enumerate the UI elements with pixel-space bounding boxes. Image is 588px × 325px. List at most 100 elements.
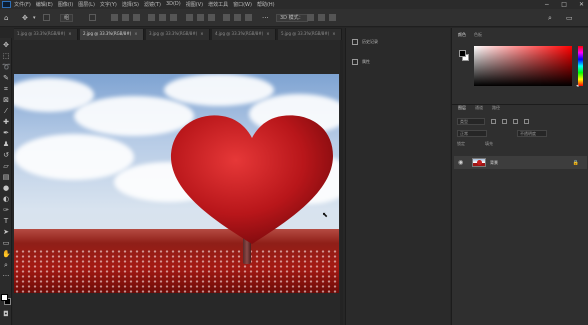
history-panel-button[interactable]: 历史记录 [352, 39, 378, 45]
tab-channels[interactable]: 通道 [475, 105, 483, 112]
dodge-tool-icon[interactable]: ◐ [2, 195, 10, 203]
move-icon[interactable]: ✥ [22, 14, 28, 22]
close-tab-icon[interactable]: × [68, 31, 71, 36]
workspace-icon[interactable]: ▭ [566, 14, 573, 22]
document-tab[interactable]: 4.jpg @ 33.3%(RGB/8#) × [212, 29, 276, 40]
auto-select-checkbox[interactable] [43, 14, 50, 21]
3d-roll-icon[interactable] [318, 14, 325, 21]
close-tab-icon[interactable]: × [200, 31, 203, 36]
properties-panel-button[interactable]: 属性 [352, 59, 370, 65]
menu-plugins[interactable]: 增效工具 [208, 1, 228, 8]
close-tab-icon[interactable]: × [332, 31, 335, 36]
tab-paths[interactable]: 路径 [492, 105, 500, 112]
minimize-button[interactable]: − [544, 1, 549, 8]
vertical-scrollbar[interactable] [340, 40, 343, 325]
brush-tool-icon[interactable]: ✒ [2, 129, 10, 137]
fill-label[interactable]: 填充 [485, 141, 493, 147]
align-right-icon[interactable] [133, 14, 140, 21]
close-tab-icon[interactable]: × [134, 31, 137, 36]
filter-shape-icon[interactable] [524, 119, 529, 124]
auto-select-dropdown[interactable]: 组 [60, 14, 74, 22]
tab-color[interactable]: 颜色 [458, 32, 466, 40]
layer-row-background[interactable]: ◉ 背景 🔒 [454, 156, 587, 169]
align-center-icon[interactable] [122, 14, 129, 21]
menu-filter[interactable]: 滤镜(T) [144, 1, 161, 8]
healing-tool-icon[interactable]: ✚ [2, 118, 10, 126]
eye-icon[interactable]: ◉ [458, 159, 466, 166]
distribute-left-icon[interactable] [186, 14, 193, 21]
menu-layer[interactable]: 图层(L) [78, 1, 95, 8]
menu-window[interactable]: 窗口(W) [233, 1, 252, 8]
layer-kind-filter[interactable]: 类型 [457, 118, 485, 125]
distribute-bottom-icon[interactable] [245, 14, 252, 21]
tab-swatches[interactable]: 色板 [474, 32, 482, 40]
align-bottom-icon[interactable] [170, 14, 177, 21]
menu-select[interactable]: 选择(S) [122, 1, 139, 8]
zoom-tool-icon[interactable]: ⌕ [2, 261, 10, 269]
foreground-color-swatch[interactable] [1, 294, 8, 301]
document-canvas[interactable]: ⬉ [14, 74, 339, 293]
hue-marker-icon[interactable]: ◂ [576, 83, 579, 89]
document-tab[interactable]: 3.jpg @ 33.3%(RGB/8#) × [146, 29, 210, 40]
layer-name[interactable]: 背景 [490, 160, 498, 166]
document-tab[interactable]: 5.jpg @ 33.3%(RGB/8#) × [278, 29, 342, 40]
more-options-icon[interactable]: ··· [262, 14, 269, 22]
pen-tool-icon[interactable]: ✑ [2, 206, 10, 214]
right-panel-dock: 颜色 色板 ◂ 图层 通道 路径 类型 正常 不透明度 锁定 填充 ◉ 背景 🔒 [451, 28, 588, 325]
menu-help[interactable]: 帮助(H) [257, 1, 275, 8]
eyedropper-tool-icon[interactable]: ⁄ [2, 107, 10, 115]
search-icon[interactable]: ⌕ [548, 14, 552, 22]
distribute-right-icon[interactable] [208, 14, 215, 21]
quick-select-tool-icon[interactable]: ✎ [2, 74, 10, 82]
chevron-down-icon[interactable]: ▾ [33, 14, 36, 22]
blend-mode-dropdown[interactable]: 正常 [457, 130, 487, 137]
frame-tool-icon[interactable]: ⊠ [2, 96, 10, 104]
hue-slider[interactable] [578, 46, 583, 86]
type-tool-icon[interactable]: T [2, 217, 10, 225]
menu-edit[interactable]: 编辑(E) [36, 1, 53, 8]
home-icon[interactable]: ⌂ [4, 14, 8, 22]
menu-file[interactable]: 文件(F) [14, 1, 31, 8]
align-left-icon[interactable] [111, 14, 118, 21]
3d-orbit-icon[interactable] [307, 14, 314, 21]
distribute-center-icon[interactable] [197, 14, 204, 21]
document-tab[interactable]: 1.jpg @ 33.3%(RGB/8#) × [14, 29, 78, 40]
shape-tool-icon[interactable]: ▭ [2, 239, 10, 247]
color-panel-foreground-swatch[interactable] [459, 50, 466, 57]
close-tab-icon[interactable]: × [266, 31, 269, 36]
transform-controls-checkbox[interactable] [89, 14, 96, 21]
marquee-tool-icon[interactable]: ⬚ [2, 52, 10, 60]
menu-type[interactable]: 文字(Y) [100, 1, 117, 8]
history-brush-tool-icon[interactable]: ↺ [2, 151, 10, 159]
filter-type-icon[interactable] [513, 119, 518, 124]
blur-tool-icon[interactable]: ● [2, 184, 10, 192]
menu-view[interactable]: 视图(V) [186, 1, 203, 8]
path-select-tool-icon[interactable]: ➤ [2, 228, 10, 236]
lock-icon[interactable]: 🔒 [573, 160, 579, 166]
align-top-icon[interactable] [148, 14, 155, 21]
menu-image[interactable]: 图像(I) [58, 1, 73, 8]
close-button[interactable]: ✕ [579, 1, 584, 8]
distribute-top-icon[interactable] [223, 14, 230, 21]
align-middle-icon[interactable] [159, 14, 166, 21]
stamp-tool-icon[interactable]: ♟ [2, 140, 10, 148]
maximize-button[interactable]: □ [561, 1, 567, 8]
hand-tool-icon[interactable]: ✋ [2, 250, 11, 258]
filter-pixel-icon[interactable] [491, 119, 496, 124]
filter-adjustment-icon[interactable] [502, 119, 507, 124]
window-controls: − □ ✕ [544, 1, 584, 8]
crop-tool-icon[interactable]: ⌗ [2, 85, 10, 93]
opacity-field[interactable]: 不透明度 [517, 130, 547, 137]
distribute-middle-icon[interactable] [234, 14, 241, 21]
lasso-tool-icon[interactable]: ➰ [2, 63, 11, 71]
color-picker-field[interactable] [474, 46, 572, 86]
gradient-tool-icon[interactable]: ▤ [2, 173, 10, 181]
3d-pan-icon[interactable] [329, 14, 336, 21]
tab-layers[interactable]: 图层 [458, 105, 466, 112]
menu-3d[interactable]: 3D(D) [166, 1, 181, 8]
quick-mask-icon[interactable]: ◘ [2, 310, 10, 318]
move-tool-icon[interactable]: ✥ [2, 41, 10, 49]
eraser-tool-icon[interactable]: ▱ [2, 162, 10, 170]
document-tab-active[interactable]: 2.jpg @ 33.3%(RGB/8#) × [80, 29, 144, 40]
more-tools-icon[interactable]: ··· [2, 272, 10, 280]
